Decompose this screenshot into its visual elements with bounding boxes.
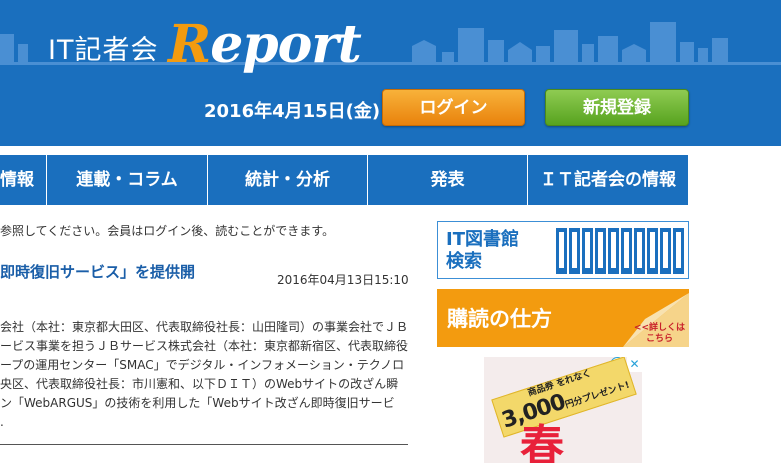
nav-item-columns[interactable]: 連載・コラム [47,155,208,205]
main-nav: 情報 連載・コラム 統計・分析 発表 ＩＴ記者会の情報 [0,155,688,205]
article-line: 会社（本社：東京都大田区、代表取締役社長：山田隆司）の事業会社でＪＢ [0,320,408,334]
content-divider [0,444,408,445]
more-line1: <<詳しくは [633,323,685,333]
nav-item-announcements[interactable]: 発表 [368,155,528,205]
nav-item-about[interactable]: ＩＴ記者会の情報 [528,155,688,205]
library-banner-line1: IT図書館 [446,229,519,250]
current-date: 2016年4月15日(金) [204,101,381,122]
nav-item-statistics[interactable]: 統計・分析 [208,155,368,205]
member-notice: 参照してください。会員はログイン後、読むことができます。 [0,224,335,238]
library-banner-line2: 検索 [446,251,482,272]
site-header: IT記者会 Report 2016年4月15日(金) ログイン 新規登録 [0,0,781,146]
logo-report[interactable]: Report [168,14,362,75]
ad-small-suffix: 円分プレゼント! [564,380,631,411]
article-line: ービス事業を担うＪＢサービス株式会社（本社：東京都新宿区、代表取締役 [0,339,408,353]
article-line: 央区、代表取締役社長：市川憲和、以下ＤＩＴ）のWebサイトの改ざん瞬 [0,377,399,391]
ad-ribbon: 商品券 をれなく 3,000円分プレゼント! [490,357,640,438]
more-line2: こちら [645,334,673,344]
nav-item-info[interactable]: 情報 [0,155,47,205]
subscription-more-link[interactable]: <<詳しくは こちら [634,323,685,345]
subscription-banner-label: 購読の仕方 [447,307,552,331]
bookshelf-icon [556,228,684,274]
article-date: 2016年04月13日15:10 [277,273,409,287]
article-line: ン「WebARGUS」の技術を利用した「Webサイト改ざん即時復旧サービ [0,396,395,410]
login-button[interactable]: ログイン [382,89,525,126]
logo-kanji[interactable]: IT記者会 [48,28,158,67]
logo-report-first-letter: R [168,14,211,75]
library-banner-text: IT図書館 検索 [446,229,519,273]
article-line: . [0,415,4,429]
library-search-banner[interactable]: IT図書館 検索 [437,221,689,279]
subscription-guide-banner[interactable]: 購読の仕方 <<詳しくは こちら [437,289,689,347]
register-button[interactable]: 新規登録 [545,89,689,126]
advertisement[interactable]: i ✕ 商品券 をれなく 3,000円分プレゼント! 春 [484,357,642,463]
ad-ribbon-band: 商品券 をれなく 3,000円分プレゼント! [491,357,637,438]
ad-headline-char: 春 [520,421,564,463]
article-line: ープの運用センター「SMAC」でデジタル・インフォメーション・テクノロ [0,358,405,372]
article-title-link[interactable]: 即時復旧サービス」を提供開 [0,261,195,282]
article-body: 会社（本社：東京都大田区、代表取締役社長：山田隆司）の事業会社でＪＢ ービス事業… [0,318,408,432]
logo-report-rest: eport [210,14,362,75]
